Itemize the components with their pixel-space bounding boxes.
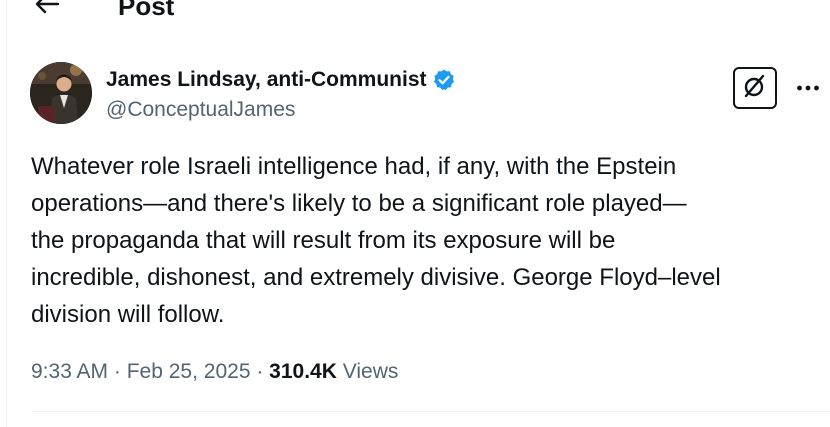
more-options-button[interactable] <box>793 74 823 102</box>
post-text-line: Whatever role Israeli intelligence had, … <box>31 153 677 180</box>
meta-separator: · <box>250 360 270 383</box>
post-text: Whatever role Israeli intelligence had, … <box>31 148 821 333</box>
views-label: Views <box>342 360 399 383</box>
avatar[interactable] <box>30 62 92 124</box>
post-date[interactable]: Feb 25, 2025 <box>127 360 251 383</box>
post-text-line: operations—and there's likely to be a si… <box>31 190 687 217</box>
post-page: Post James Lindsay, anti-Communist @Conc… <box>0 0 830 427</box>
grok-button[interactable] <box>733 67 777 109</box>
post-time[interactable]: 9:33 AM <box>31 360 108 383</box>
page-title: Post <box>118 0 175 21</box>
post-text-line: division will follow. <box>31 301 225 328</box>
verified-badge-icon[interactable] <box>432 68 456 92</box>
post-text-line: incredible, dishonest, and extremely div… <box>31 264 721 291</box>
grok-icon <box>741 72 769 105</box>
author-handle[interactable]: @ConceptualJames <box>106 98 295 122</box>
author-name-row: James Lindsay, anti-Communist <box>106 66 456 94</box>
back-button[interactable] <box>30 0 64 20</box>
views-count: 310.4K <box>269 360 337 383</box>
page-header: Post <box>0 0 830 26</box>
divider <box>31 411 830 412</box>
post-meta: 9:33 AM · Feb 25, 2025 · 310.4K Views <box>31 357 398 387</box>
meta-separator: · <box>108 360 127 383</box>
arrow-left-icon <box>34 0 60 20</box>
author-name[interactable]: James Lindsay, anti-Communist <box>106 68 427 92</box>
more-horizontal-icon <box>796 79 820 97</box>
post-text-line: the propaganda that will result from its… <box>31 227 616 254</box>
column-border <box>6 0 7 427</box>
